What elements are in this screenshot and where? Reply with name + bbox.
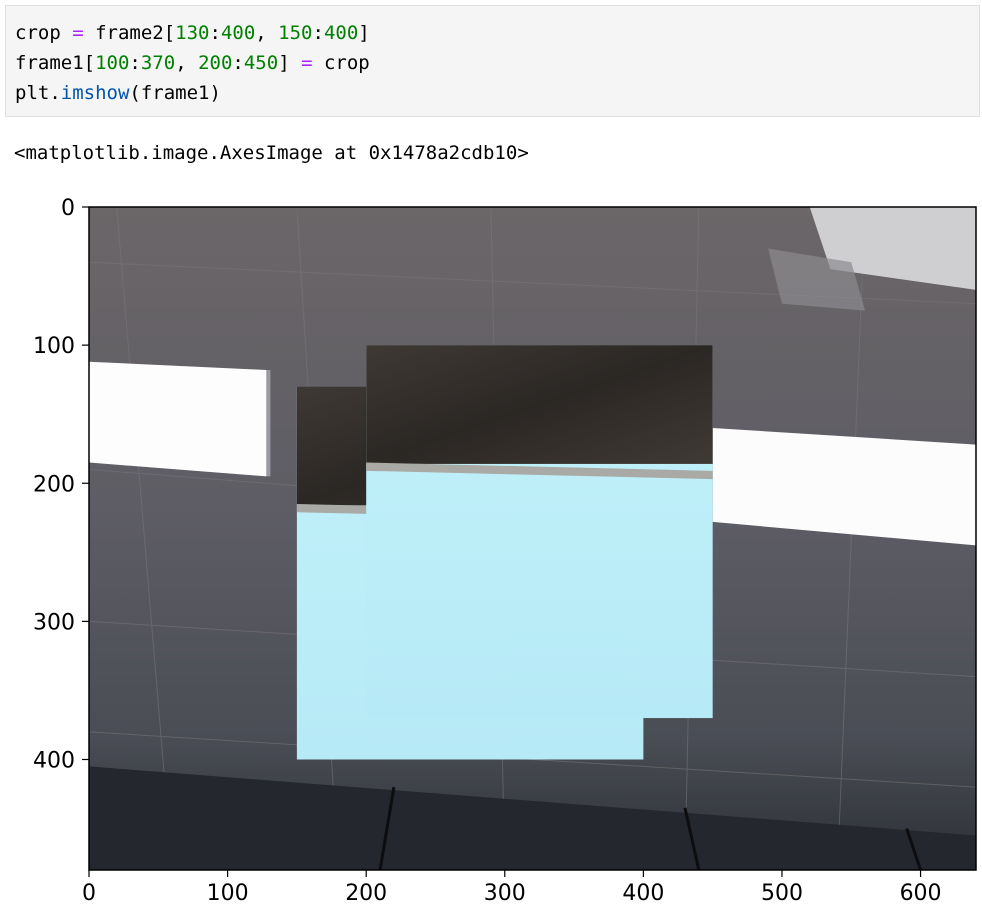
crop-paste-2-dark-top [366, 345, 713, 464]
image-layer [88, 206, 977, 871]
code-line-2: frame1[100:370, 200:450] = crop [15, 52, 370, 74]
y-tick-label-100: 100 [33, 334, 75, 359]
y-tick-label-200: 200 [33, 472, 75, 497]
code-line-1: crop = frame2[130:400, 150:400] [15, 22, 370, 44]
y-tick-label-300: 300 [33, 610, 75, 635]
x-tick-label-0: 0 [82, 881, 96, 906]
output-text: <matplotlib.image.AxesImage at 0x1478a2c… [14, 142, 529, 164]
y-tick-label-400: 400 [33, 749, 75, 774]
x-tick-label-500: 500 [761, 881, 803, 906]
imshow-plot: 0 100 200 300 400 500 600 0 100 200 300 400 [33, 196, 977, 906]
code-line-3: plt.imshow(frame1) [15, 82, 221, 104]
x-tick-label-300: 300 [484, 881, 526, 906]
code-cell[interactable]: crop = frame2[130:400, 150:400] frame1[1… [5, 5, 980, 117]
light-panel-left [89, 361, 267, 477]
x-tick-label-200: 200 [345, 881, 387, 906]
x-tick-label-400: 400 [622, 881, 664, 906]
x-tick-label-100: 100 [207, 881, 249, 906]
plot-area: 0 100 200 300 400 500 600 0 100 200 300 400 [0, 180, 982, 918]
y-tick-label-0: 0 [61, 196, 75, 221]
light-panel-left-frame [266, 369, 271, 477]
x-tick-label-600: 600 [900, 881, 942, 906]
crop-paste-2 [366, 345, 713, 719]
